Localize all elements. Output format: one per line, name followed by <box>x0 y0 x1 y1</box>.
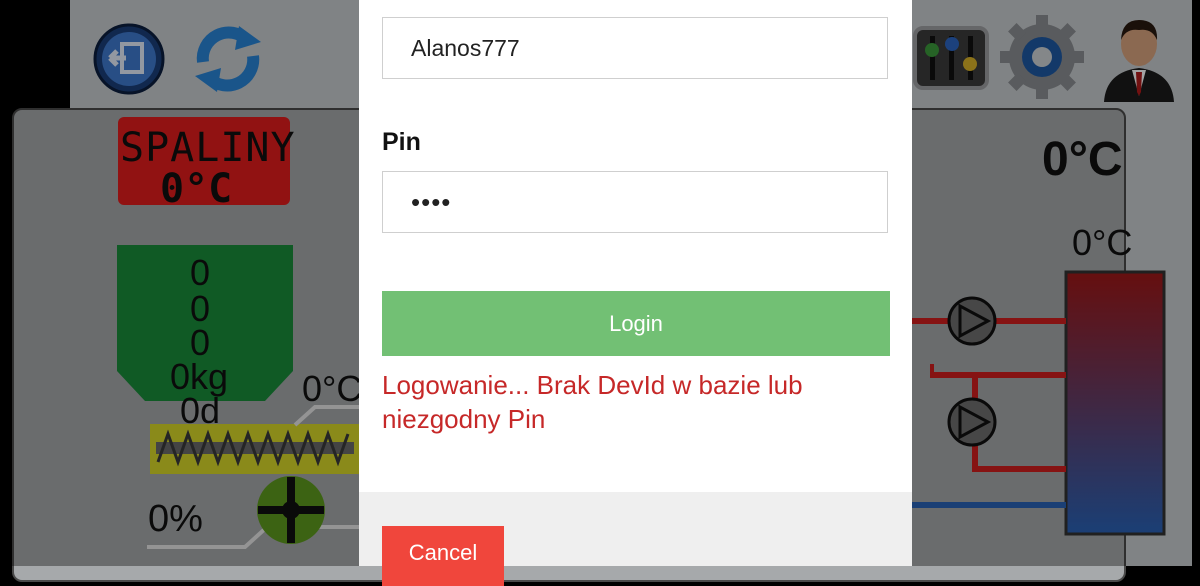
tank-temp: 0°C <box>1072 222 1133 263</box>
spaliny-title: SPALINY <box>120 125 296 171</box>
refresh-icon[interactable] <box>183 22 273 96</box>
username-field[interactable] <box>382 17 888 79</box>
cancel-button[interactable]: Cancel <box>382 526 504 586</box>
exit-icon[interactable] <box>92 22 166 96</box>
login-dialog: Pin Login Logowanie... Brak DevId w bazi… <box>359 0 912 586</box>
fan-percent: 0% <box>148 498 203 540</box>
gear-icon[interactable] <box>1000 14 1084 100</box>
pin-field[interactable] <box>382 171 888 233</box>
boiler-temp: 0°C <box>1042 133 1123 186</box>
hydraulic-diagram <box>912 268 1172 538</box>
fan-icon <box>254 473 328 547</box>
user-icon[interactable] <box>1100 12 1178 102</box>
error-message: Logowanie... Brak DevId w bazie lub niez… <box>382 370 803 434</box>
feeder-temp: 0°C <box>302 368 363 409</box>
pin-label: Pin <box>382 128 421 156</box>
spaliny-temp: 0°C <box>160 166 233 212</box>
login-button[interactable]: Login <box>382 291 890 356</box>
sliders-icon[interactable] <box>912 24 990 92</box>
